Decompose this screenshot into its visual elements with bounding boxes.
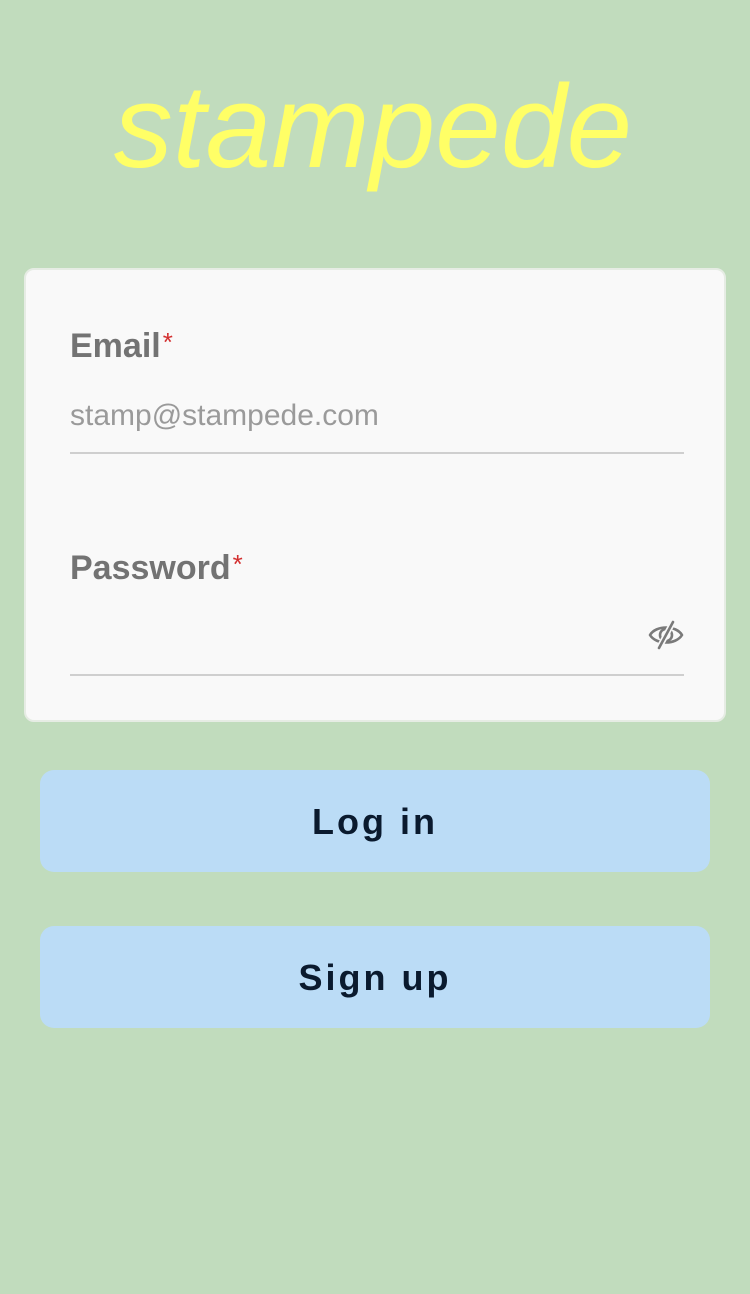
email-label-text: Email <box>70 327 161 365</box>
password-field-group: Password* <box>70 548 684 676</box>
password-label: Password* <box>70 548 684 588</box>
password-input-wrapper <box>70 616 684 676</box>
login-screen: stampede Email* Password* Log in Sign up <box>0 0 750 1294</box>
signup-button[interactable]: Sign up <box>40 926 710 1028</box>
login-button[interactable]: Log in <box>40 770 710 872</box>
login-form-card: Email* Password* <box>24 268 726 722</box>
app-logo: stampede <box>113 61 633 193</box>
password-required-mark: * <box>232 549 243 579</box>
email-input[interactable] <box>70 394 684 438</box>
email-required-mark: * <box>162 327 173 357</box>
password-label-text: Password <box>70 549 231 587</box>
email-input-wrapper <box>70 394 684 454</box>
eye-off-icon[interactable] <box>648 620 684 650</box>
password-input[interactable] <box>70 616 684 660</box>
email-field-group: Email* <box>70 326 684 454</box>
email-label: Email* <box>70 326 684 366</box>
